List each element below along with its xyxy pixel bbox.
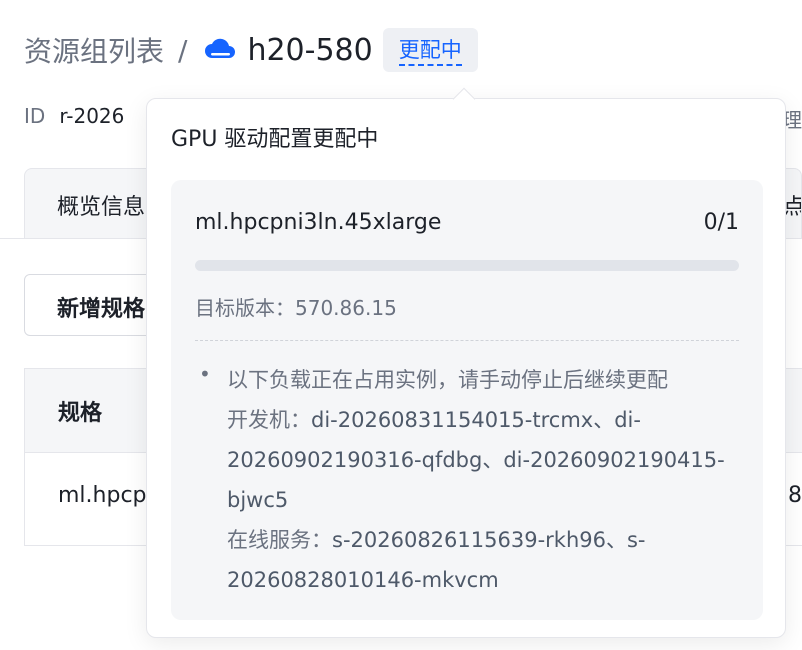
status-badge-label: 更配中	[398, 38, 462, 66]
popover-arrow	[452, 87, 476, 111]
breadcrumb-resource-group-list[interactable]: 资源组列表	[24, 30, 164, 70]
target-version-label: 目标版本：	[195, 296, 295, 320]
occupancy-warning: 以下负载正在占用实例，请手动停止后继续更配	[227, 368, 668, 392]
target-version: 目标版本：570.86.15	[195, 292, 397, 321]
breadcrumb-separator: /	[178, 33, 188, 67]
popover-title: GPU 驱动配置更配中	[171, 127, 379, 152]
id-label: ID	[24, 104, 46, 128]
occupancy-note: 以下负载正在占用实例，请手动停止后继续更配 开发机：di-20260831154…	[227, 360, 747, 600]
cloud-icon	[205, 38, 236, 58]
status-badge[interactable]: 更配中	[382, 28, 478, 72]
target-version-value: 570.86.15	[295, 296, 397, 320]
devbox-label: 开发机：	[227, 408, 311, 432]
id-row: ID r-2026	[24, 104, 124, 128]
spec-name: ml.hpcpni3ln.45xlarge	[195, 210, 442, 235]
service-label: 在线服务：	[227, 528, 332, 552]
status-popover: GPU 驱动配置更配中 ml.hpcpni3ln.45xlarge 0/1 目标…	[146, 87, 786, 638]
page-header: 资源组列表 / h20-580 更配中	[24, 26, 478, 74]
progress-count: 0/1	[703, 210, 739, 235]
table-right-fragment: 8	[788, 483, 802, 508]
id-value: r-2026	[59, 104, 125, 128]
dashed-divider	[195, 340, 739, 341]
progress-bar	[195, 260, 739, 271]
tab-overview[interactable]: 概览信息	[57, 189, 145, 221]
bullet-icon: •	[199, 362, 211, 386]
resource-name: h20-580	[247, 32, 373, 68]
upgrade-card: ml.hpcpni3ln.45xlarge 0/1 目标版本：570.86.15…	[171, 180, 763, 620]
